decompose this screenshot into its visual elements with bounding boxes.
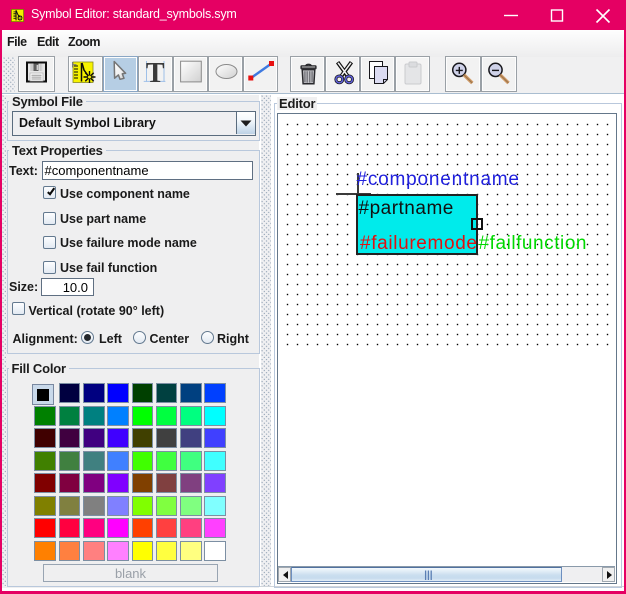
svg-text:T: T	[146, 58, 165, 89]
